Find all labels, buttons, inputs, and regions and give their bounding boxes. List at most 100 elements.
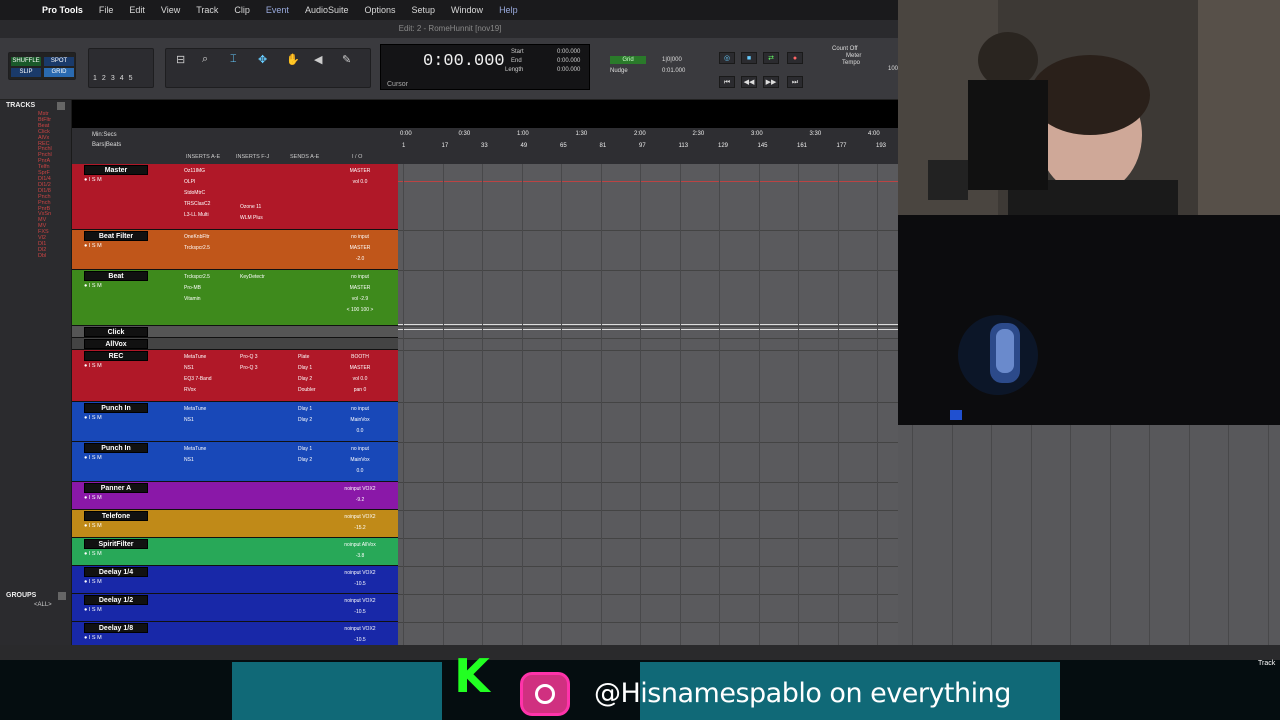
io-slot[interactable]: noinput VOX2 — [334, 624, 386, 635]
io-slot[interactable]: MainVox — [334, 415, 386, 426]
track-buttons[interactable]: ● I S M — [84, 523, 102, 529]
send-slot[interactable]: Plate — [298, 352, 309, 363]
io-slot[interactable]: MASTER — [334, 283, 386, 294]
loop-icon[interactable]: ⇄ — [763, 52, 779, 64]
track-buttons[interactable]: ● I S M — [84, 415, 102, 421]
insert-slot[interactable]: NS1 — [184, 455, 194, 466]
track-row[interactable]: Punch In ● I S M MetaTune NS1 Dlay 1 Dlay 2 no… — [72, 442, 400, 482]
io-slot[interactable]: noinput VOX2 — [334, 484, 386, 495]
track-row[interactable]: Deelay 1/8 ● I S Mnoinput VOX2 -10.5 — [72, 622, 400, 646]
fast-forward-icon[interactable]: ▶▶ — [763, 76, 779, 88]
insert-slot[interactable]: NS1 — [184, 415, 194, 426]
track-row[interactable]: AllVox — [72, 338, 400, 350]
groups-header[interactable]: GROUPS — [0, 590, 72, 602]
start-value[interactable]: 0:00.000 — [557, 49, 580, 55]
groups-menu-icon[interactable] — [58, 592, 66, 600]
menu-event[interactable]: Event — [258, 5, 297, 15]
track-name[interactable]: Beat — [84, 271, 148, 281]
track-row[interactable]: Beat Filter ● I S M OneKnbFltr Trckspcr2.5 n… — [72, 230, 400, 270]
shuffle-button[interactable]: SHUFFLE — [11, 57, 41, 66]
rewind-to-start-icon[interactable]: ⏮ — [719, 76, 735, 88]
menu-help[interactable]: Help — [491, 5, 526, 15]
magnify-icon[interactable]: ⌕ — [202, 53, 208, 66]
menu-audiosuite[interactable]: AudioSuite — [297, 5, 357, 15]
track-row[interactable]: REC ● I S M MetaTune NS1 EQ3 7-Band RVox Pro-Q… — [72, 350, 400, 402]
tracks-header[interactable]: TRACKS — [0, 100, 71, 112]
track-buttons[interactable]: ● I S M — [84, 635, 102, 641]
insert-slot[interactable]: Oz11IMG — [184, 166, 205, 177]
io-slot[interactable]: noinput VOX2 — [334, 596, 386, 607]
track-buttons[interactable]: ● I S M — [84, 283, 102, 289]
io-slot[interactable]: vol -2.9 — [334, 294, 386, 305]
track-name[interactable]: Deelay 1/4 — [84, 567, 148, 577]
track-row[interactable]: Master ● I S M Oz11IMG OLPI StdoMtrC TRSClasC… — [72, 164, 400, 230]
io-slot[interactable]: -10.5 — [334, 579, 386, 590]
track-name[interactable]: Telefone — [84, 511, 148, 521]
insert-slot[interactable]: MetaTune — [184, 404, 206, 415]
insert-slot-fj[interactable]: Pro-Q 3 — [240, 363, 258, 374]
send-slot[interactable]: Dlay 2 — [298, 415, 312, 426]
nudge-label[interactable]: Nudge — [610, 68, 628, 74]
track-buttons[interactable]: ● I S M — [84, 607, 102, 613]
selector-tool-icon[interactable]: ⌶ — [230, 53, 237, 66]
speaker-icon[interactable]: ◀ — [314, 53, 322, 66]
insert-slot[interactable]: NS1 — [184, 363, 194, 374]
menu-track[interactable]: Track — [188, 5, 226, 15]
io-slot[interactable]: -9.2 — [334, 495, 386, 506]
count-off-label[interactable]: Count Off — [832, 46, 900, 53]
timeline-ruler[interactable]: 0:00 0:30 1:00 1:30 2:00 2:30 3:00 3:30 4:00 1 17 3… — [398, 128, 898, 164]
io-slot[interactable]: -3.8 — [334, 551, 386, 562]
track-row[interactable]: Panner A ● I S M noinput VOX2 -9.2 — [72, 482, 400, 510]
track-row[interactable]: Deelay 1/4 ● I S M noinput VOX2 -10.5 — [72, 566, 400, 594]
stop-icon[interactable]: ■ — [741, 52, 757, 64]
insert-slot-fj[interactable]: KeyDetectr — [240, 272, 265, 283]
menu-edit[interactable]: Edit — [121, 5, 153, 15]
insert-slot[interactable]: OLPI — [184, 177, 195, 188]
group-all[interactable]: <ALL> — [0, 602, 72, 608]
track-name[interactable]: SpiritFilter — [84, 539, 148, 549]
track-buttons[interactable]: ● I S M — [84, 551, 102, 557]
io-slot[interactable]: -15.2 — [334, 523, 386, 534]
track-buttons[interactable]: ● I S M — [84, 243, 102, 249]
io-slot[interactable]: MASTER — [334, 363, 386, 374]
main-counter[interactable]: 0:00.000 Start End Length 0:00.000 0:00.… — [380, 44, 590, 90]
insert-slot-fj[interactable]: Ozone 11 — [240, 202, 261, 213]
end-value[interactable]: 0:00.000 — [557, 58, 580, 64]
io-slot[interactable]: vol 0.0 — [334, 374, 386, 385]
io-slot[interactable]: 0.0 — [334, 466, 386, 477]
track-row[interactable]: Telefone ● I S M noinput VOX2 -15.2 — [72, 510, 400, 538]
zoom-preset-4[interactable]: 4 — [120, 75, 129, 82]
insert-slot-fj[interactable]: WLM Plus — [240, 213, 263, 224]
io-slot[interactable]: no input — [334, 444, 386, 455]
slip-button[interactable]: SLIP — [11, 68, 41, 77]
io-slot[interactable]: BOOTH — [334, 352, 386, 363]
tracks-menu-icon[interactable] — [57, 102, 65, 110]
insert-slot[interactable]: Pro-MB — [184, 283, 201, 294]
io-slot[interactable]: 0.0 — [334, 426, 386, 437]
io-slot[interactable]: noinput VOX2 — [334, 512, 386, 523]
zoom-preset-5[interactable]: 5 — [129, 75, 138, 82]
menu-view[interactable]: View — [153, 5, 188, 15]
menu-setup[interactable]: Setup — [404, 5, 444, 15]
track-row[interactable]: SpiritFilter ● I S M noinput AllVox -3.8 — [72, 538, 400, 566]
send-slot[interactable]: Dlay 1 — [298, 363, 312, 374]
timecode-ruler-label[interactable]: Min:Secs — [92, 132, 117, 138]
pencil-tool-icon[interactable]: ✎ — [342, 53, 351, 66]
send-slot[interactable]: Dlay 1 — [298, 444, 312, 455]
track-name[interactable]: REC — [84, 351, 148, 361]
track-row[interactable]: Click — [72, 326, 400, 338]
rewind-icon[interactable]: ◀◀ — [741, 76, 757, 88]
io-slot[interactable]: noinput VOX2 — [334, 568, 386, 579]
insert-slot[interactable]: MetaTune — [184, 444, 206, 455]
send-slot[interactable]: Dlay 2 — [298, 455, 312, 466]
io-slot[interactable]: no input — [334, 404, 386, 415]
track-row[interactable]: Beat ● I S M Trckspcr2.5 Pro-MB Vitamin KeyDe… — [72, 270, 400, 326]
track-buttons[interactable]: ● I S M — [84, 455, 102, 461]
app-menu[interactable]: Pro Tools — [34, 5, 91, 15]
insert-slot[interactable]: StdoMtrC — [184, 188, 205, 199]
send-slot[interactable]: Dlay 1 — [298, 404, 312, 415]
insert-slot[interactable]: Trckspcr2.5 — [184, 243, 210, 254]
insert-slot[interactable]: OneKnbFltr — [184, 232, 210, 243]
nudge-value[interactable]: 0:01.000 — [662, 68, 685, 74]
track-row[interactable]: Punch In ● I S M MetaTune NS1 Dlay 1 Dlay 2 no… — [72, 402, 400, 442]
